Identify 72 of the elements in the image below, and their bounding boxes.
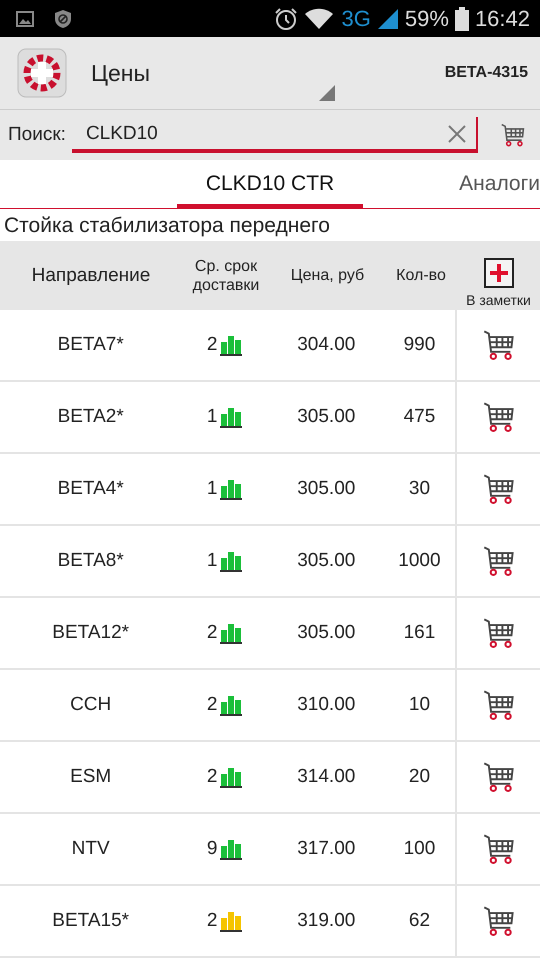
table-cell: 2 xyxy=(206,694,218,716)
table-cell: 1 xyxy=(206,550,218,572)
table-cell-text: BETA8* xyxy=(56,550,125,572)
table-cell: 1 xyxy=(206,406,218,428)
table-cell-text: 310.00 xyxy=(296,694,356,716)
cart-icon[interactable] xyxy=(482,688,516,722)
cart-icon[interactable] xyxy=(482,760,516,794)
table-cell-text: ESM xyxy=(69,766,112,788)
table-cell-text: 20 xyxy=(408,766,432,788)
table-cell-text: BETA4* xyxy=(56,478,125,500)
cart-icon[interactable] xyxy=(500,122,526,148)
wifi-icon xyxy=(304,8,334,30)
tab[interactable]: CLKD10 CTR xyxy=(177,160,363,208)
cart-icon[interactable] xyxy=(482,328,516,362)
table-cell: 1 xyxy=(206,478,218,500)
table-cell-text: 319.00 xyxy=(296,910,356,932)
battery-percent: 59% xyxy=(404,6,449,32)
table-cell-text: CCH xyxy=(69,694,112,716)
table-cell: 2 xyxy=(206,334,218,356)
table-cell-text: 305.00 xyxy=(296,406,356,428)
column-header: Направление xyxy=(30,264,152,286)
column-header: В заметки xyxy=(466,292,531,308)
table-cell-text: NTV xyxy=(70,838,111,860)
table-cell-text: 305.00 xyxy=(296,622,356,644)
table-cell: 2 xyxy=(206,766,218,788)
table-cell-text: 990 xyxy=(402,334,436,356)
table-cell-text: 100 xyxy=(402,838,436,860)
search-input[interactable]: CLKD10 xyxy=(84,122,448,146)
column-header: Ср. срок доставки xyxy=(192,256,260,294)
table-cell-text: 305.00 xyxy=(296,478,356,500)
table-cell-text: BETA2* xyxy=(56,406,125,428)
table-cell-text: 475 xyxy=(402,406,436,428)
table-cell-text: BETA12* xyxy=(51,622,130,644)
table-cell-text: 317.00 xyxy=(296,838,356,860)
table-cell: 2 xyxy=(206,622,218,644)
table-cell-text: 305.00 xyxy=(296,550,356,572)
cart-icon[interactable] xyxy=(482,544,516,578)
tab[interactable]: Аналоги xyxy=(453,160,540,208)
account-label: BETA-4315 xyxy=(444,64,528,82)
clock: 16:42 xyxy=(474,6,530,32)
app-logo-icon[interactable] xyxy=(17,48,67,98)
shield-icon xyxy=(54,8,72,28)
table-cell-text: 1000 xyxy=(397,550,442,572)
part-name: Стойка стабилизатора переднего xyxy=(3,213,331,239)
cart-icon[interactable] xyxy=(482,616,516,650)
column-header: Цена, руб xyxy=(290,266,366,285)
table-cell-text: BETA15* xyxy=(51,910,130,932)
table-cell-text: 314.00 xyxy=(296,766,356,788)
clear-icon[interactable] xyxy=(448,125,466,143)
table-cell-text: 304.00 xyxy=(296,334,356,356)
table-cell: 2 xyxy=(206,910,218,932)
search-label: Поиск: xyxy=(8,124,66,146)
table-cell-text: 30 xyxy=(408,478,432,500)
table-cell-text: 62 xyxy=(408,910,432,932)
table-cell: 9 xyxy=(206,838,218,860)
alarm-icon xyxy=(274,6,298,30)
network-type: 3G xyxy=(342,6,371,32)
dropdown-corner-icon xyxy=(319,85,335,101)
cart-icon[interactable] xyxy=(482,832,516,866)
signal-icon xyxy=(376,8,399,30)
column-header: Кол-во xyxy=(395,266,447,285)
cart-icon[interactable] xyxy=(482,472,516,506)
cart-icon[interactable] xyxy=(482,400,516,434)
table-cell-text: 10 xyxy=(408,694,432,716)
battery-icon xyxy=(454,6,469,30)
screen-dropdown[interactable]: Цены xyxy=(91,37,335,109)
add-note-icon[interactable] xyxy=(484,258,514,288)
cart-icon[interactable] xyxy=(482,904,516,938)
image-icon xyxy=(16,10,34,26)
table-cell-text: 161 xyxy=(402,622,436,644)
table-cell-text: BETA7* xyxy=(56,334,125,356)
search-field[interactable]: CLKD10 xyxy=(72,117,478,153)
